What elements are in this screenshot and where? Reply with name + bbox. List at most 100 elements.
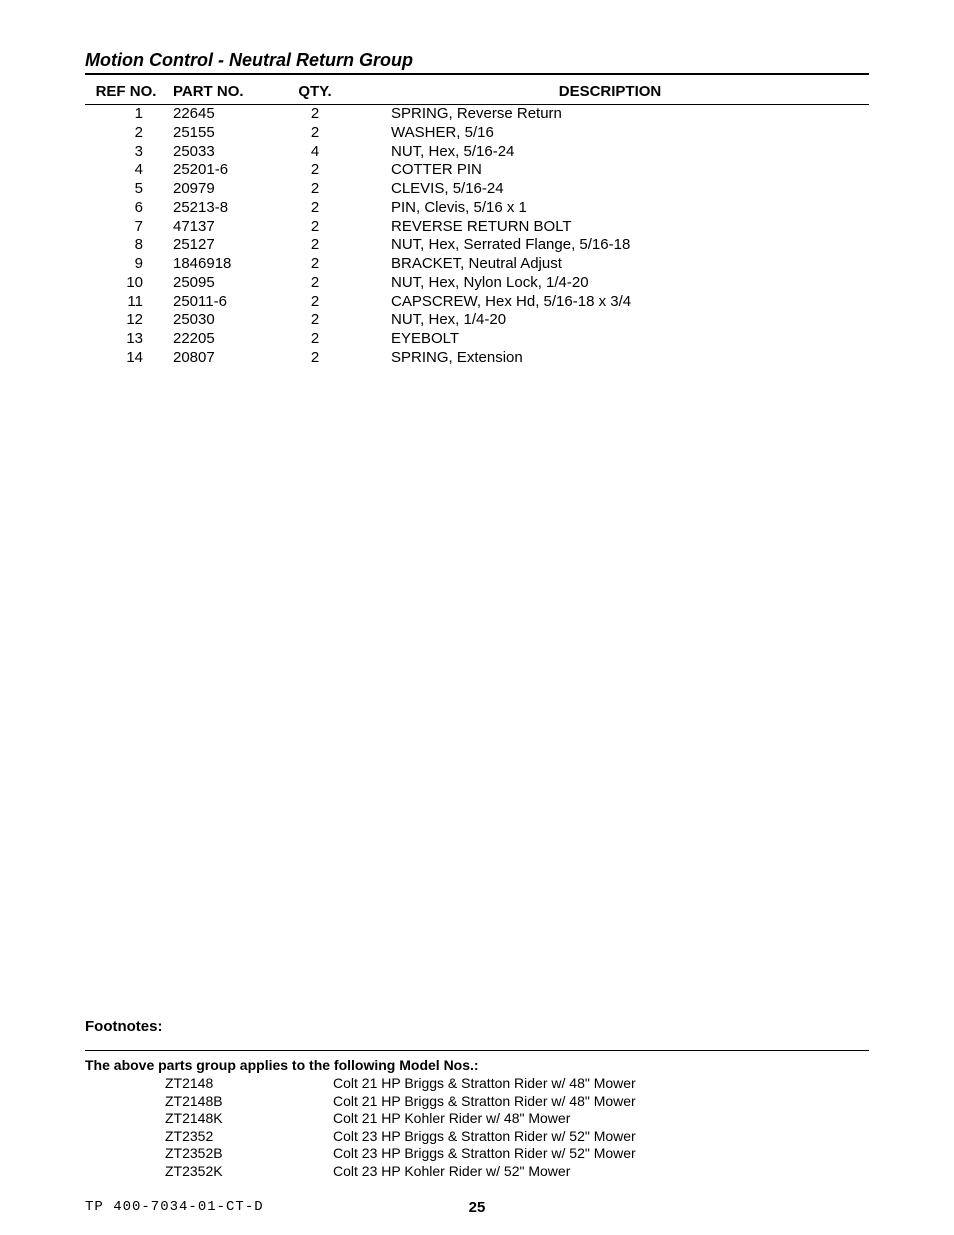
cell-qty: 2 — [279, 199, 351, 218]
cell-qty: 2 — [279, 236, 351, 255]
table-row: 12250302NUT, Hex, 1/4-20 — [85, 311, 869, 330]
table-row: 8251272NUT, Hex, Serrated Flange, 5/16-1… — [85, 236, 869, 255]
cell-ref: 8 — [85, 236, 167, 255]
cell-desc: COTTER PIN — [351, 161, 869, 180]
model-row: ZT2352KColt 23 HP Kohler Rider w/ 52" Mo… — [85, 1163, 640, 1181]
cell-ref: 14 — [85, 349, 167, 368]
col-part: PART NO. — [167, 81, 279, 105]
cell-desc: EYEBOLT — [351, 330, 869, 349]
cell-desc: BRACKET, Neutral Adjust — [351, 255, 869, 274]
cell-qty: 2 — [279, 105, 351, 124]
cell-ref: 13 — [85, 330, 167, 349]
model-row: ZT2148KColt 21 HP Kohler Rider w/ 48" Mo… — [85, 1110, 640, 1128]
cell-part: 25213-8 — [167, 199, 279, 218]
model-desc: Colt 21 HP Briggs & Stratton Rider w/ 48… — [329, 1075, 640, 1093]
col-qty: QTY. — [279, 81, 351, 105]
models-caption: The above parts group applies to the fol… — [85, 1057, 869, 1073]
table-row: 14208072SPRING, Extension — [85, 349, 869, 368]
model-no: ZT2148B — [85, 1093, 329, 1111]
table-row: 3250334NUT, Hex, 5/16-24 — [85, 143, 869, 162]
table-row: 2251552WASHER, 5/16 — [85, 124, 869, 143]
cell-qty: 2 — [279, 161, 351, 180]
cell-ref: 12 — [85, 311, 167, 330]
table-row: 625213-82PIN, Clevis, 5/16 x 1 — [85, 199, 869, 218]
cell-ref: 2 — [85, 124, 167, 143]
cell-part: 20979 — [167, 180, 279, 199]
model-desc: Colt 21 HP Kohler Rider w/ 48" Mower — [329, 1110, 640, 1128]
cell-desc: SPRING, Reverse Return — [351, 105, 869, 124]
cell-part: 25030 — [167, 311, 279, 330]
cell-part: 25127 — [167, 236, 279, 255]
cell-ref: 9 — [85, 255, 167, 274]
cell-part: 25155 — [167, 124, 279, 143]
table-row: 1125011-62CAPSCREW, Hex Hd, 5/16-18 x 3/… — [85, 293, 869, 312]
cell-qty: 2 — [279, 255, 351, 274]
table-row: 918469182BRACKET, Neutral Adjust — [85, 255, 869, 274]
model-no: ZT2352 — [85, 1128, 329, 1146]
cell-desc: CAPSCREW, Hex Hd, 5/16-18 x 3/4 — [351, 293, 869, 312]
cell-part: 22205 — [167, 330, 279, 349]
cell-qty: 2 — [279, 218, 351, 237]
model-desc: Colt 23 HP Kohler Rider w/ 52" Mower — [329, 1163, 640, 1181]
models-table: ZT2148Colt 21 HP Briggs & Stratton Rider… — [85, 1075, 640, 1180]
cell-qty: 2 — [279, 180, 351, 199]
cell-desc: WASHER, 5/16 — [351, 124, 869, 143]
cell-qty: 4 — [279, 143, 351, 162]
cell-ref: 11 — [85, 293, 167, 312]
cell-ref: 6 — [85, 199, 167, 218]
cell-desc: SPRING, Extension — [351, 349, 869, 368]
table-row: 7471372REVERSE RETURN BOLT — [85, 218, 869, 237]
cell-desc: NUT, Hex, 1/4-20 — [351, 311, 869, 330]
cell-ref: 7 — [85, 218, 167, 237]
model-row: ZT2148Colt 21 HP Briggs & Stratton Rider… — [85, 1075, 640, 1093]
cell-ref: 1 — [85, 105, 167, 124]
table-header-row: REF NO. PART NO. QTY. DESCRIPTION — [85, 81, 869, 105]
cell-qty: 2 — [279, 349, 351, 368]
col-ref: REF NO. — [85, 81, 167, 105]
footnotes-label: Footnotes: — [85, 1018, 869, 1035]
cell-part: 25201-6 — [167, 161, 279, 180]
cell-qty: 2 — [279, 311, 351, 330]
cell-part: 25011-6 — [167, 293, 279, 312]
table-row: 13222052EYEBOLT — [85, 330, 869, 349]
cell-part: 47137 — [167, 218, 279, 237]
model-desc: Colt 23 HP Briggs & Stratton Rider w/ 52… — [329, 1128, 640, 1146]
table-row: 425201-62COTTER PIN — [85, 161, 869, 180]
model-no: ZT2148K — [85, 1110, 329, 1128]
col-desc: DESCRIPTION — [351, 81, 869, 105]
model-row: ZT2148BColt 21 HP Briggs & Stratton Ride… — [85, 1093, 640, 1111]
cell-ref: 4 — [85, 161, 167, 180]
cell-qty: 2 — [279, 124, 351, 143]
cell-qty: 2 — [279, 274, 351, 293]
parts-table: REF NO. PART NO. QTY. DESCRIPTION 122645… — [85, 81, 869, 368]
page-title: Motion Control - Neutral Return Group — [85, 50, 869, 75]
cell-part: 25033 — [167, 143, 279, 162]
cell-qty: 2 — [279, 293, 351, 312]
model-desc: Colt 21 HP Briggs & Stratton Rider w/ 48… — [329, 1093, 640, 1111]
cell-ref: 3 — [85, 143, 167, 162]
model-no: ZT2352B — [85, 1145, 329, 1163]
cell-desc: REVERSE RETURN BOLT — [351, 218, 869, 237]
page-number: 25 — [85, 1199, 869, 1216]
cell-qty: 2 — [279, 330, 351, 349]
model-no: ZT2352K — [85, 1163, 329, 1181]
table-row: 5209792CLEVIS, 5/16-24 — [85, 180, 869, 199]
model-row: ZT2352Colt 23 HP Briggs & Stratton Rider… — [85, 1128, 640, 1146]
cell-desc: NUT, Hex, Serrated Flange, 5/16-18 — [351, 236, 869, 255]
model-no: ZT2148 — [85, 1075, 329, 1093]
cell-ref: 5 — [85, 180, 167, 199]
model-desc: Colt 23 HP Briggs & Stratton Rider w/ 52… — [329, 1145, 640, 1163]
divider — [85, 1050, 869, 1051]
cell-part: 25095 — [167, 274, 279, 293]
cell-part: 22645 — [167, 105, 279, 124]
cell-desc: NUT, Hex, 5/16-24 — [351, 143, 869, 162]
cell-desc: PIN, Clevis, 5/16 x 1 — [351, 199, 869, 218]
cell-part: 20807 — [167, 349, 279, 368]
model-row: ZT2352BColt 23 HP Briggs & Stratton Ride… — [85, 1145, 640, 1163]
cell-ref: 10 — [85, 274, 167, 293]
cell-desc: CLEVIS, 5/16-24 — [351, 180, 869, 199]
table-row: 10250952NUT, Hex, Nylon Lock, 1/4-20 — [85, 274, 869, 293]
cell-part: 1846918 — [167, 255, 279, 274]
cell-desc: NUT, Hex, Nylon Lock, 1/4-20 — [351, 274, 869, 293]
table-row: 1226452SPRING, Reverse Return — [85, 105, 869, 124]
